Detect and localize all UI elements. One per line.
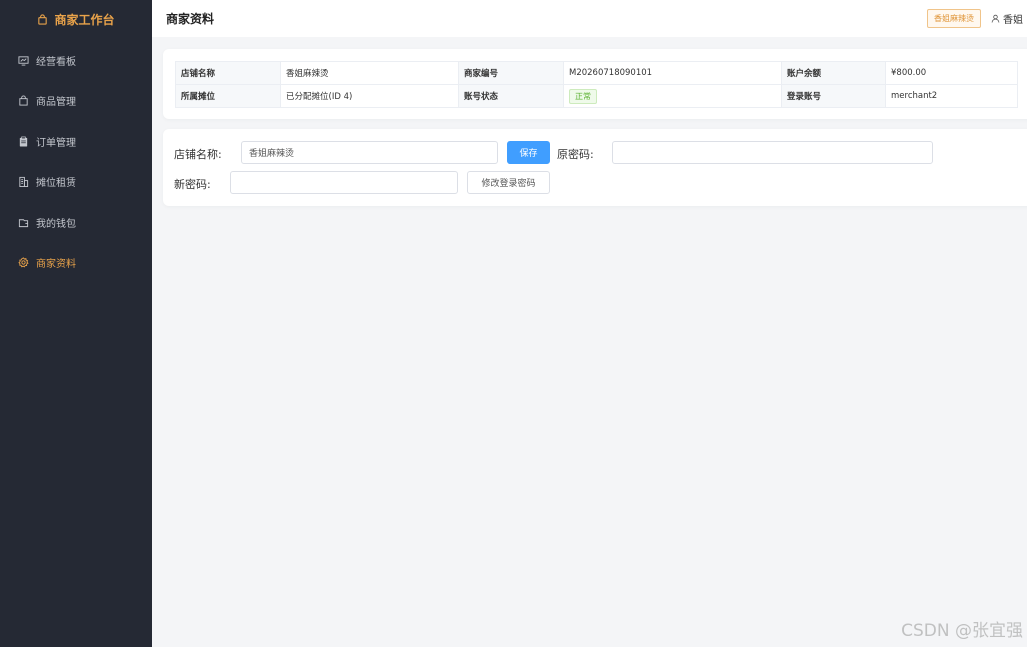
old-password-label: 原密码: [557, 148, 594, 161]
building-icon [19, 177, 29, 188]
page-title: 商家资料 [166, 12, 215, 26]
sidebar-item-dashboard[interactable]: 经营看板 [0, 40, 152, 81]
login-account-label: 登录账号 [781, 84, 886, 108]
user-menu[interactable]: 香姐 [991, 11, 1027, 26]
table-row: 所属摊位 已分配摊位(ID 4) 账号状态 正常 登录账号 merchant2 [175, 84, 1018, 108]
balance-value: ¥800.00 [885, 61, 1018, 85]
table-row: 店铺名称 香姐麻辣烫 商家编号 M20260718090101 账户余额 ¥80… [175, 61, 1018, 85]
status-label: 账号状态 [458, 84, 564, 108]
sidebar-item-label: 我的钱包 [36, 218, 76, 230]
status-badge: 正常 [569, 88, 597, 104]
sidebar: 商家工作台 经营看板 商品管理 订单管理 摊位租赁 我的钱包 商家资料 [0, 0, 152, 647]
top-bar: 商家资料 香姐麻辣烫 香姐 [152, 0, 1027, 37]
watermark: CSDN @张宜强 [901, 621, 1023, 641]
sidebar-item-label: 商家资料 [36, 259, 76, 271]
old-password-input[interactable] [612, 141, 933, 164]
merchant-no-label: 商家编号 [458, 61, 564, 85]
merchant-info-card: 店铺名称 香姐麻辣烫 商家编号 M20260718090101 账户余额 ¥80… [163, 49, 1027, 119]
change-password-button[interactable]: 修改登录密码 [467, 171, 550, 194]
merchant-no-value: M20260718090101 [563, 61, 782, 85]
brand-title: 商家工作台 [54, 12, 115, 27]
user-icon [991, 14, 1000, 23]
sidebar-item-merchant-profile[interactable]: 商家资料 [0, 243, 152, 284]
sidebar-item-label: 摊位租赁 [36, 178, 76, 190]
login-account-value: merchant2 [885, 84, 1018, 108]
merchant-info-table: 店铺名称 香姐麻辣烫 商家编号 M20260718090101 账户余额 ¥80… [175, 61, 1018, 108]
new-password-label: 新密码: [174, 178, 211, 191]
wallet-icon [18, 219, 29, 227]
sidebar-item-stall-rental[interactable]: 摊位租赁 [0, 162, 152, 203]
brand: 商家工作台 [0, 0, 152, 38]
sidebar-item-label: 订单管理 [36, 137, 76, 149]
sidebar-item-label: 经营看板 [36, 56, 76, 68]
sidebar-item-products[interactable]: 商品管理 [0, 81, 152, 122]
clipboard-icon [19, 136, 28, 147]
sidebar-item-wallet[interactable]: 我的钱包 [0, 202, 152, 243]
sidebar-item-orders[interactable]: 订单管理 [0, 121, 152, 162]
sidebar-item-label: 商品管理 [36, 97, 76, 109]
new-password-input[interactable] [230, 171, 458, 194]
stall-value: 已分配摊位(ID 4) [280, 84, 459, 108]
shop-name-value: 香姐麻辣烫 [280, 61, 459, 85]
stall-label: 所属摊位 [175, 84, 281, 108]
shop-name-tag: 香姐麻辣烫 [927, 9, 981, 28]
shopping-bag-icon [38, 13, 48, 25]
gear-icon [18, 257, 29, 268]
sidebar-nav: 经营看板 商品管理 订单管理 摊位租赁 我的钱包 商家资料 [0, 40, 152, 283]
save-button[interactable]: 保存 [507, 141, 550, 164]
shop-name-label: 店铺名称 [175, 61, 281, 85]
shopping-bag-icon [19, 95, 28, 106]
shop-name-input[interactable] [241, 141, 498, 164]
monitor-chart-icon [18, 56, 29, 66]
status-cell: 正常 [563, 84, 782, 108]
shop-name-field-label: 店铺名称: [174, 148, 222, 161]
user-name: 香姐 [1003, 15, 1023, 26]
balance-label: 账户余额 [781, 61, 886, 85]
top-right-area: 香姐麻辣烫 香姐 [927, 0, 1027, 37]
merchant-edit-card: 店铺名称: 保存 原密码: 新密码: 修改登录密码 [163, 129, 1027, 206]
